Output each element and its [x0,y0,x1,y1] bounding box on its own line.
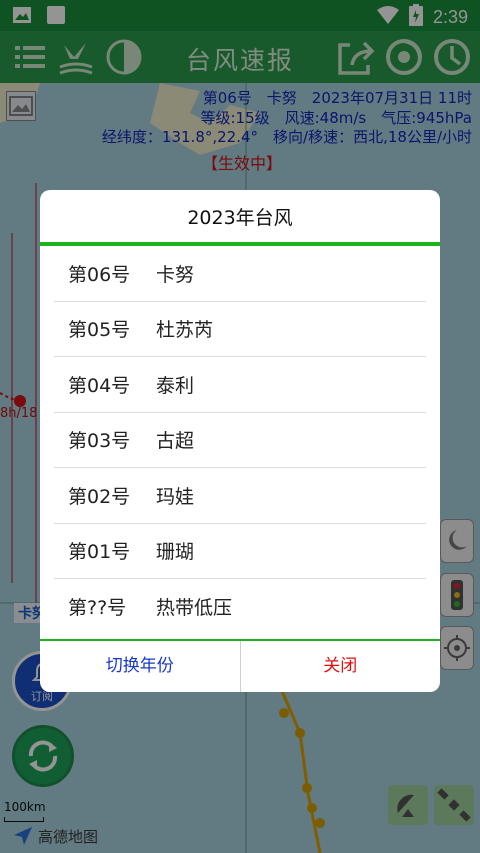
list-item[interactable]: 第01号 珊瑚 [54,524,426,579]
typhoon-name: 玛娃 [156,485,195,508]
typhoon-name: 珊瑚 [156,541,195,564]
typhoon-list-dialog: 2023年台风 第06号 卡努 第05号 杜苏芮 第04号 泰利 第03号 古超… [40,190,440,692]
list-item[interactable]: 第04号 泰利 [54,357,426,413]
typhoon-name: 古超 [156,430,195,453]
typhoon-number: 第03号 [68,430,131,453]
list-item[interactable]: 第??号 热带低压 [54,579,426,635]
typhoon-name: 杜苏芮 [156,319,214,342]
typhoon-number: 第05号 [68,319,131,342]
dialog-footer: 切换年份 关闭 [40,639,440,692]
close-button[interactable]: 关闭 [241,641,441,692]
list-item[interactable]: 第02号 玛娃 [54,468,426,524]
typhoon-number: 第??号 [68,597,127,620]
dialog-title: 2023年台风 [40,190,440,246]
typhoon-name: 卡努 [156,263,195,286]
list-item[interactable]: 第03号 古超 [54,413,426,468]
list-item[interactable]: 第05号 杜苏芮 [54,302,426,357]
typhoon-list: 第06号 卡努 第05号 杜苏芮 第04号 泰利 第03号 古超 第02号 玛娃… [40,246,440,635]
list-item[interactable]: 第06号 卡努 [54,246,426,302]
switch-year-button[interactable]: 切换年份 [40,641,241,692]
typhoon-number: 第04号 [68,374,131,397]
typhoon-number: 第02号 [68,485,131,508]
typhoon-number: 第06号 [68,263,131,286]
typhoon-number: 第01号 [68,541,131,564]
typhoon-name: 泰利 [156,374,195,397]
typhoon-name: 热带低压 [156,597,233,620]
